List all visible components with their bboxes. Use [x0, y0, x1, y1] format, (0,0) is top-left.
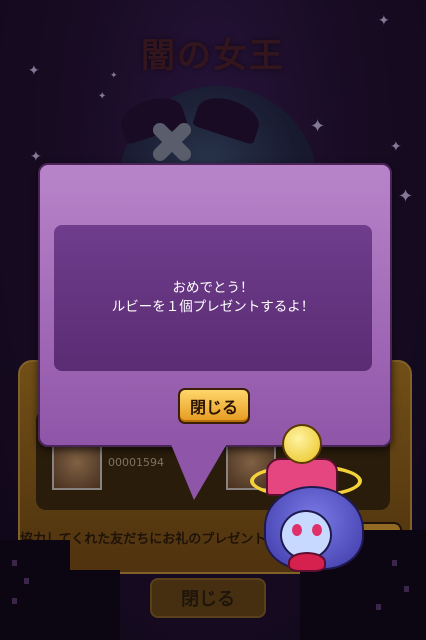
- crown-ball: [282, 424, 322, 464]
- dialog-message-box: おめでとう！ ルビーを１個プレゼントするよ！: [54, 225, 372, 371]
- dialog-message-line-1: おめでとう！: [172, 280, 254, 296]
- speech-bubble-tail: [170, 442, 228, 500]
- queen-character: [244, 424, 364, 574]
- dialog-close-button[interactable]: 閉じる: [178, 388, 250, 424]
- dialog-message-line-2: ルビーを１個プレゼントするよ！: [111, 299, 315, 315]
- character-eye: [292, 524, 302, 536]
- character-eye: [312, 524, 322, 536]
- character-collar: [288, 552, 326, 572]
